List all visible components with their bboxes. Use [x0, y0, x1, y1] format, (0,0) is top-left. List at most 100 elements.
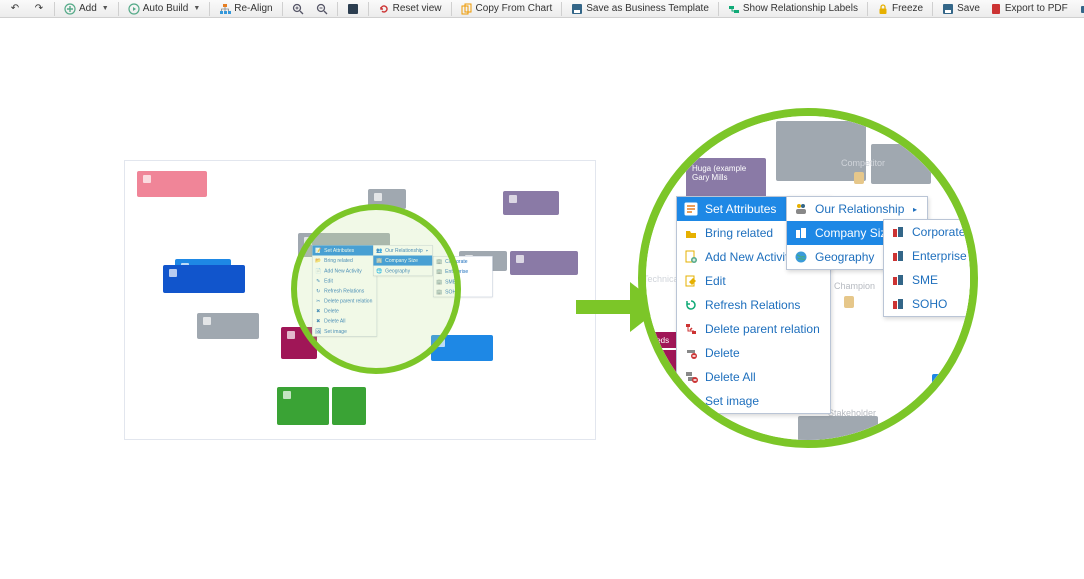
globe-icon: 🌐: [376, 268, 382, 274]
thumb-menu-item: 🏢SOHO: [433, 287, 492, 297]
menu-item-label: Set Attributes: [705, 202, 776, 216]
save-label: Save: [957, 3, 980, 14]
menu-item-label: Set image: [705, 394, 759, 408]
card-icon: [304, 237, 312, 245]
undo-icon: ↶: [9, 3, 21, 15]
submenu-our-relationship[interactable]: Our Relationship▸: [787, 197, 927, 221]
delete-all-icon: ✖: [315, 318, 321, 324]
chart-node[interactable]: [368, 189, 406, 209]
chart-node[interactable]: [277, 387, 329, 425]
export-button[interactable]: Export: [1075, 1, 1084, 17]
folder-icon: [516, 255, 524, 263]
chart-node[interactable]: [137, 171, 207, 197]
relationship-icon: [794, 202, 808, 216]
chart-node[interactable]: [197, 313, 259, 339]
savetemplate-label: Save as Business Template: [586, 3, 709, 14]
delete-icon: ✖: [315, 308, 321, 314]
chart-node[interactable]: [332, 387, 366, 425]
menu-edit[interactable]: Edit: [677, 269, 830, 293]
submenu-size-sme[interactable]: SME: [884, 268, 977, 292]
redo-icon: ↷: [33, 3, 45, 15]
menu-item-label: Delete: [705, 346, 740, 360]
thumb-submenu-1: 👥Our Relationship▸ 🏢Company Size 🌐Geogra…: [373, 245, 433, 276]
building-icon: 🏢: [436, 279, 442, 285]
add-button[interactable]: Add▼: [59, 1, 114, 17]
add-icon: [64, 3, 76, 15]
image-icon: [684, 394, 698, 408]
chevron-down-icon: ▼: [102, 5, 109, 12]
showrel-label: Show Relationship Labels: [743, 3, 858, 14]
submenu-size-enterprise[interactable]: Enterprise: [884, 244, 977, 268]
menu-delete[interactable]: Delete: [677, 341, 830, 365]
toolbar-separator: [282, 2, 283, 16]
menu-item-label: Company Size: [815, 226, 893, 240]
thumb-menu-item: 🖼Set image: [312, 326, 376, 336]
menu-item-label: Delete All: [705, 370, 756, 384]
chart-node[interactable]: [431, 335, 493, 361]
main-toolbar: ↶ ↷ Add▼ Auto Build▼ Re-Align Reset view: [0, 0, 1084, 18]
edit-icon: [684, 274, 698, 288]
freeze-button[interactable]: Freeze: [872, 1, 928, 17]
toolbar-separator: [718, 2, 719, 16]
folder-icon: [143, 175, 151, 183]
menu-set-image[interactable]: Set image: [677, 389, 830, 413]
menu-item-label: Delete parent relation: [705, 322, 820, 336]
menu-item-label: Bring related: [705, 226, 773, 240]
menu-delete-all[interactable]: Delete All: [677, 365, 830, 389]
delete-parent-icon: [684, 322, 698, 336]
zoom-out-icon: [316, 3, 328, 15]
submenu-size-soho[interactable]: SOHO: [884, 292, 977, 316]
canvas-area[interactable]: 📝Set Attributes 📂Bring related 📄Add New …: [0, 18, 1084, 579]
chart-node[interactable]: [510, 251, 578, 275]
undo-button[interactable]: ↶: [4, 1, 26, 17]
thumb-menu-item: 📄Add New Activity: [312, 266, 376, 276]
building-icon: 🏢: [436, 289, 442, 295]
fit-button[interactable]: [342, 1, 364, 17]
save-template-icon: [571, 3, 583, 15]
chart-node[interactable]: [163, 265, 245, 293]
add-activity-icon: 📄: [315, 268, 321, 274]
zoomin-button[interactable]: [287, 1, 309, 17]
autobuild-button[interactable]: Auto Build▼: [123, 1, 206, 17]
thumb-menu-item: ↻Refresh Relations: [312, 286, 376, 296]
exportpdf-button[interactable]: Export to PDF: [985, 1, 1073, 17]
thumb-menu-item: ✖Delete All: [312, 316, 376, 326]
export-icon: [1080, 3, 1084, 15]
showrel-button[interactable]: Show Relationship Labels: [723, 1, 863, 17]
resetview-button[interactable]: Reset view: [373, 1, 447, 17]
toolbar-separator: [561, 2, 562, 16]
savetemplate-button[interactable]: Save as Business Template: [566, 1, 714, 17]
menu-delete-parent[interactable]: Delete parent relation: [677, 317, 830, 341]
menu-item-label: Edit: [705, 274, 726, 288]
delete-all-icon: [684, 370, 698, 384]
zoom-detail-circle: Huga (exampleGary Mills Technical Bu Com…: [638, 108, 978, 448]
pdf-icon: [990, 3, 1002, 15]
copyfromchart-button[interactable]: Copy From Chart: [456, 1, 558, 17]
autobuild-label: Auto Build: [143, 3, 189, 14]
delete-icon: [684, 346, 698, 360]
relationship-labels-icon: [728, 3, 740, 15]
save-button[interactable]: Save: [937, 1, 985, 17]
thumb-menu-item: ✖Delete: [312, 306, 376, 316]
toolbar-separator: [337, 2, 338, 16]
thumb-menu-item: 🏢Company Size: [373, 256, 432, 266]
image-icon: 🖼: [315, 328, 321, 334]
thumb-context-menu: 📝Set Attributes 📂Bring related 📄Add New …: [312, 245, 377, 337]
realign-button[interactable]: Re-Align: [214, 1, 277, 17]
thumb-menu-item: 🏢SME: [433, 277, 492, 287]
card-icon: [169, 269, 177, 277]
bg-node-label: Needs: [646, 336, 669, 345]
zoomout-button[interactable]: [311, 1, 333, 17]
edit-icon: ✎: [315, 278, 321, 284]
chart-node[interactable]: [503, 191, 559, 215]
company-size-icon: [794, 226, 808, 240]
card-icon: [203, 317, 211, 325]
building-icon: 🏢: [436, 259, 442, 265]
redo-button[interactable]: ↷: [28, 1, 50, 17]
save-icon: [942, 3, 954, 15]
submenu-size-corporate[interactable]: Corporate: [884, 220, 977, 244]
bg-node-label: Champion: [834, 281, 875, 291]
building-icon: 🏢: [436, 269, 442, 275]
menu-refresh-relations[interactable]: Refresh Relations: [677, 293, 830, 317]
toolbar-left-group: ↶ ↷ Add▼ Auto Build▼ Re-Align Reset view: [4, 1, 985, 17]
